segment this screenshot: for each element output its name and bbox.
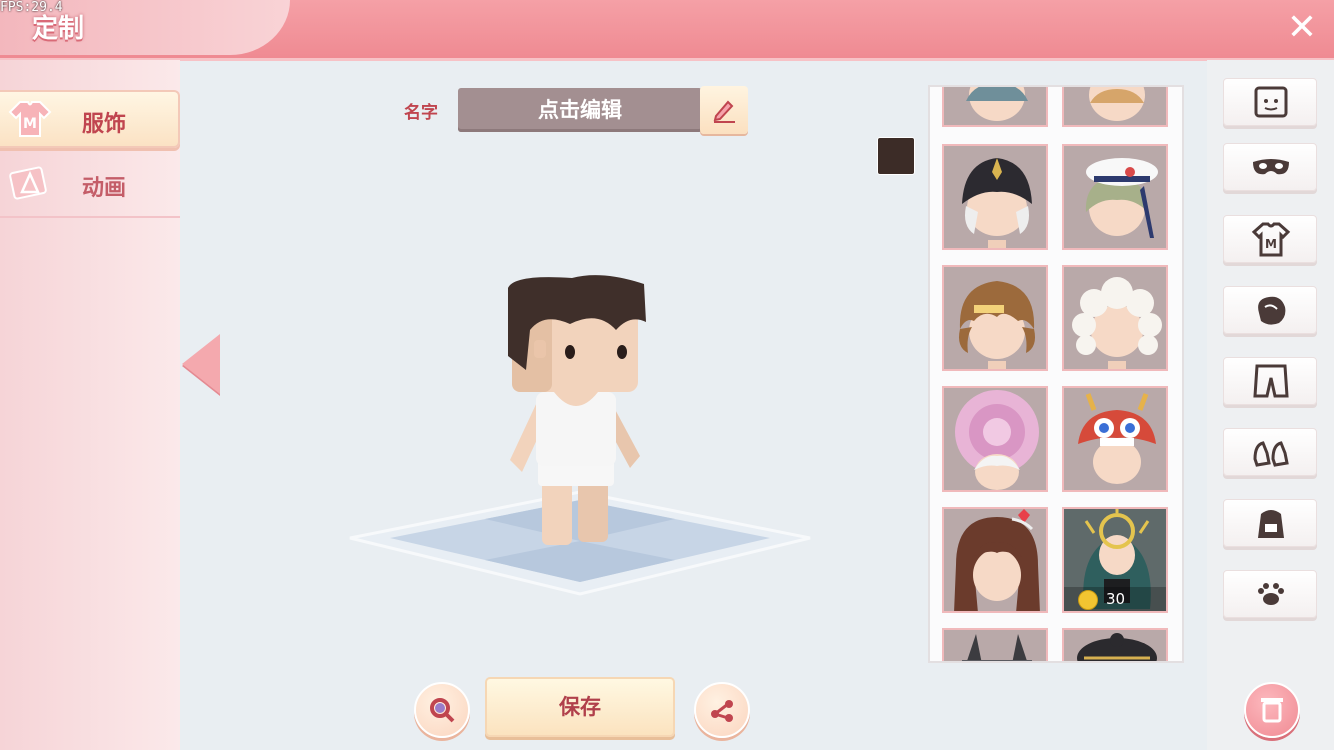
face-icon xyxy=(1254,86,1288,118)
price-tag: 30 xyxy=(1064,587,1166,611)
category-mask[interactable] xyxy=(1223,143,1317,191)
grid-item[interactable] xyxy=(1062,87,1168,127)
category-shirt[interactable]: M xyxy=(1223,215,1317,263)
fps-counter: FPS:29.4 xyxy=(0,0,63,15)
pencil-icon xyxy=(713,100,735,123)
grid-item[interactable] xyxy=(942,628,1048,661)
category-pants[interactable] xyxy=(1223,357,1317,405)
name-input[interactable]: 点击编辑 xyxy=(458,88,702,132)
sidebar: M 服饰 动画 xyxy=(0,60,180,750)
price-value: 30 xyxy=(1106,590,1126,608)
grid-item[interactable] xyxy=(942,265,1048,371)
tab-animation-label: 动画 xyxy=(82,176,127,201)
tab-animation[interactable]: 动画 xyxy=(0,156,180,214)
share-icon xyxy=(711,700,733,722)
zoom-button[interactable] xyxy=(414,682,470,738)
category-shoes[interactable] xyxy=(1223,428,1317,476)
animation-icon xyxy=(6,162,54,204)
grid-item[interactable] xyxy=(1062,144,1168,250)
mask-icon xyxy=(1253,159,1289,175)
svg-text:M: M xyxy=(23,116,37,132)
pants-icon xyxy=(1253,364,1289,398)
shirt-m-icon: M xyxy=(1251,222,1291,257)
category-glove[interactable] xyxy=(1223,286,1317,334)
trash-icon xyxy=(1261,698,1283,723)
coin-icon xyxy=(1078,590,1098,610)
sidebar-divider xyxy=(0,216,180,218)
hair-color-swatch[interactable] xyxy=(877,137,915,175)
character-preview[interactable] xyxy=(340,260,820,600)
svg-text:M: M xyxy=(1265,237,1277,251)
grid-item[interactable] xyxy=(942,144,1048,250)
category-pet[interactable] xyxy=(1223,570,1317,618)
backpack-icon xyxy=(1258,510,1284,538)
item-grid: 30 xyxy=(928,85,1184,663)
name-label: 名字 xyxy=(404,103,438,123)
category-face[interactable] xyxy=(1223,78,1317,126)
glove-icon xyxy=(1258,296,1286,325)
rotate-left-arrow[interactable] xyxy=(182,334,220,394)
edit-name-button[interactable] xyxy=(700,86,748,134)
save-button[interactable]: 保存 xyxy=(485,677,675,737)
shoes-icon xyxy=(1253,441,1289,467)
tab-clothing[interactable]: M 服饰 xyxy=(0,90,180,148)
delete-button[interactable] xyxy=(1244,682,1300,738)
magnifier-icon xyxy=(430,698,455,723)
grid-item[interactable] xyxy=(1062,265,1168,371)
paw-icon xyxy=(1258,583,1284,605)
grid-item[interactable] xyxy=(942,507,1048,613)
grid-item[interactable] xyxy=(942,87,1048,127)
category-backpack[interactable] xyxy=(1223,499,1317,547)
close-button[interactable]: ✕ xyxy=(1282,8,1322,48)
grid-item[interactable] xyxy=(942,386,1048,492)
grid-item[interactable]: 30 xyxy=(1062,507,1168,613)
grid-item[interactable] xyxy=(1062,628,1168,661)
shirt-icon: M xyxy=(6,98,54,140)
tab-clothing-label: 服饰 xyxy=(82,112,127,137)
share-button[interactable] xyxy=(694,682,750,738)
grid-item[interactable] xyxy=(1062,386,1168,492)
top-bar: 定制 ✕ xyxy=(0,0,1334,61)
